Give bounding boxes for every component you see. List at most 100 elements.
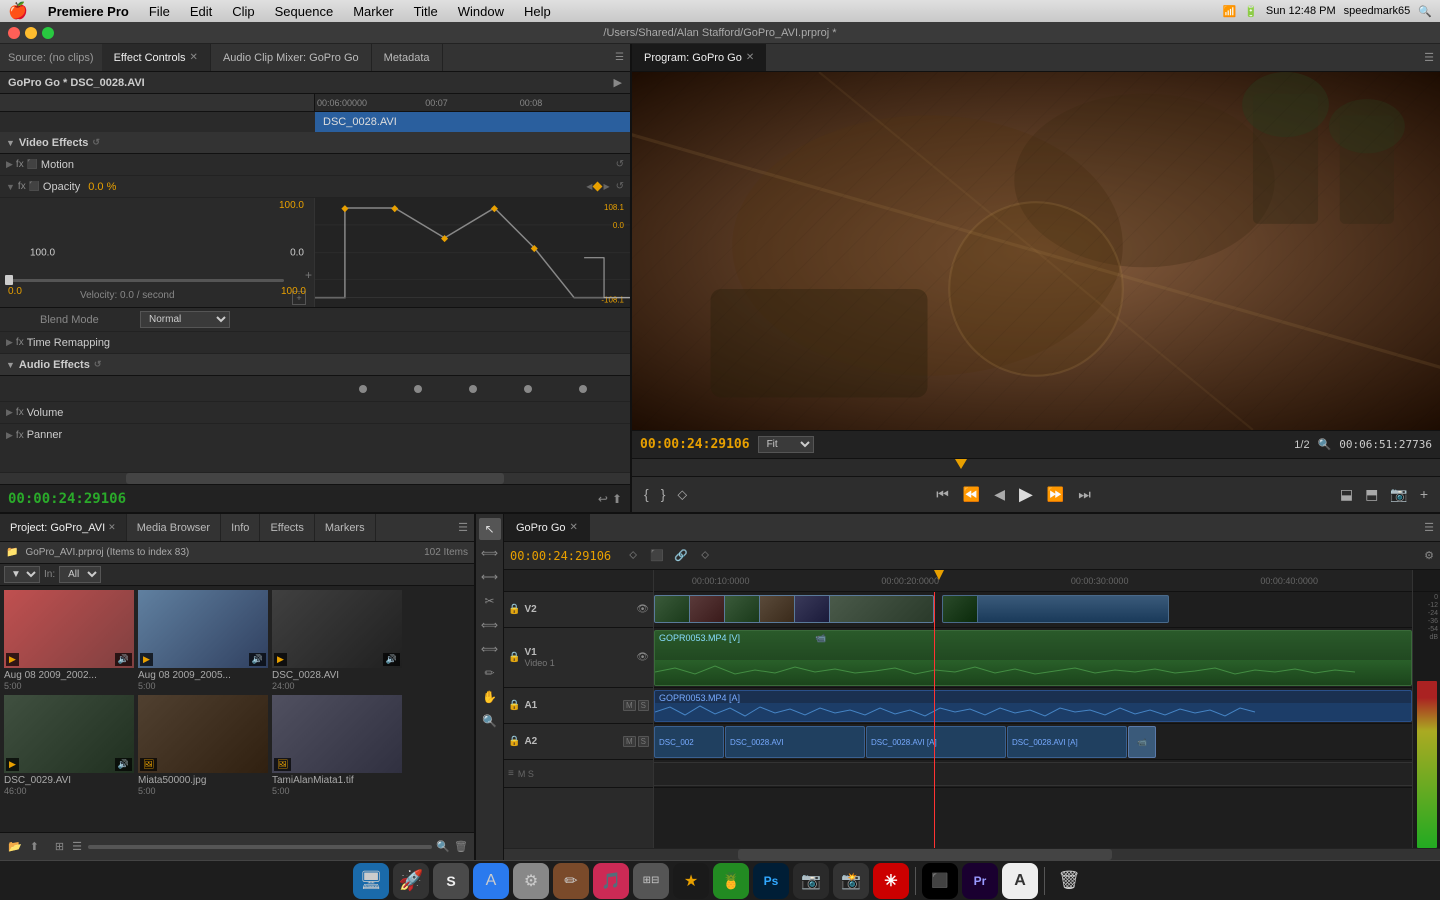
pm-zoom-icon[interactable]: 🔍	[1318, 438, 1332, 451]
track-lock-v1[interactable]: 🔒	[508, 652, 520, 663]
track-lock-a2[interactable]: 🔒	[508, 736, 520, 747]
tool-hand[interactable]: ✋	[479, 686, 501, 708]
tl-btn-linked[interactable]: 🔗	[671, 546, 691, 566]
ec-motion-reset[interactable]: ↺	[616, 159, 624, 170]
clip-a2-seg-4[interactable]: DSC_0028.AVI [A]	[1007, 726, 1127, 758]
tool-ripple[interactable]: ⟺	[479, 542, 501, 564]
tab-media-browser[interactable]: Media Browser	[127, 514, 221, 541]
clip-v2-2[interactable]	[942, 595, 1169, 623]
tl-timecode[interactable]: 00:00:24:29106	[510, 549, 611, 563]
window-minimize[interactable]	[25, 27, 37, 39]
track-lock-a1[interactable]: 🔒	[508, 700, 520, 711]
ec-opacity-kf-add[interactable]	[593, 182, 603, 192]
dock-squares[interactable]: ⊞⊟	[633, 863, 669, 899]
tab-timeline-gopro[interactable]: GoPro Go ✕	[504, 514, 590, 541]
window-close[interactable]	[8, 27, 20, 39]
tab-project-close[interactable]: ✕	[108, 522, 116, 533]
dock-premiere[interactable]: Pr	[962, 863, 998, 899]
ec-ruler-right[interactable]: 00:06:00000 00:07 00:08	[315, 94, 630, 111]
menu-sequence[interactable]: Sequence	[271, 4, 338, 19]
pm-btn-mark-out[interactable]: }	[657, 484, 670, 505]
ec-audio-effects-header[interactable]: ▼ Audio Effects ↺	[0, 354, 630, 376]
clip-a1[interactable]: GOPR0053.MP4 [A]	[654, 690, 1412, 722]
tab-effect-controls[interactable]: Effect Controls ✕	[102, 44, 211, 71]
dock-acrobat[interactable]: ✳	[873, 863, 909, 899]
ec-btn-loop[interactable]: ↩	[598, 492, 608, 506]
tl-scroll-thumb[interactable]	[738, 849, 1112, 860]
tab-markers[interactable]: Markers	[315, 514, 376, 541]
ec-vel-add-btn[interactable]: +	[305, 268, 312, 282]
ec-opacity-kf-next[interactable]: ▶	[603, 182, 609, 191]
pbb-trash[interactable]: 🗑	[454, 840, 468, 853]
pm-ruler[interactable]	[632, 458, 1440, 476]
ec-opacity-expand[interactable]: ▼	[6, 182, 15, 192]
pbb-icon-view[interactable]: ⊞	[53, 838, 66, 855]
clip-v1[interactable]: GOPR0053.MP4 [V] 📹	[654, 630, 1412, 686]
ec-scrollbar[interactable]	[0, 472, 630, 484]
dock-svn[interactable]: ✏	[553, 863, 589, 899]
app-name[interactable]: Premiere Pro	[44, 4, 133, 19]
menu-help[interactable]: Help	[520, 4, 555, 19]
list-item[interactable]: ▶ 🔊 Aug 08 2009_2002... 5:00	[4, 590, 134, 691]
clip-a2-seg-1[interactable]: DSC_002	[654, 726, 724, 758]
tl-settings[interactable]: ⚙	[1424, 549, 1434, 562]
tab-timeline-close[interactable]: ✕	[570, 522, 578, 533]
list-item[interactable]: 🖼 TamiAlanMiata1.tif 5:00	[272, 695, 402, 796]
project-panel-menu[interactable]: ☰	[452, 514, 474, 541]
tab-metadata[interactable]: Metadata	[372, 44, 443, 71]
tab-audio-clip-mixer[interactable]: Audio Clip Mixer: GoPro Go	[211, 44, 372, 71]
ec-pan-expand[interactable]: ▶	[6, 430, 13, 441]
tl-btn-snap[interactable]: ⬛	[647, 546, 667, 566]
tl-btn-add-edit[interactable]: ⬦	[623, 546, 643, 566]
ec-reset-icon[interactable]: ↺	[92, 137, 100, 148]
tab-info[interactable]: Info	[221, 514, 260, 541]
window-maximize[interactable]	[42, 27, 54, 39]
pm-tab-close[interactable]: ✕	[746, 52, 754, 63]
menu-marker[interactable]: Marker	[349, 4, 397, 19]
tab-project[interactable]: Project: GoPro_AVI ✕	[0, 514, 127, 541]
pm-btn-insert[interactable]: ⬓	[1336, 484, 1357, 505]
dock-prefs[interactable]: ⚙	[513, 863, 549, 899]
ec-video-effects-header[interactable]: ▼ Video Effects ↺	[0, 132, 630, 154]
pm-btn-overwrite[interactable]: ⬒	[1361, 484, 1382, 505]
list-item[interactable]: ▶ 🔊 DSC_0029.AVI 46:00	[4, 695, 134, 796]
pm-btn-step-fwd[interactable]: ⏩	[1043, 484, 1068, 505]
pm-btn-go-start[interactable]: ⏮	[932, 484, 953, 505]
pm-btn-export-frame[interactable]: 📷	[1386, 484, 1411, 505]
ec-opacity-kf-prev[interactable]: ◀	[586, 182, 592, 191]
pm-btn-add-to-seq[interactable]: +	[1416, 484, 1432, 505]
dock-photo-raw[interactable]: 📸	[833, 863, 869, 899]
dock-finder[interactable]: 🖥	[353, 863, 389, 899]
ec-blend-mode-select[interactable]: Normal Dissolve Multiply Screen	[140, 311, 230, 328]
ec-scrollbar-thumb[interactable]	[126, 473, 504, 484]
ec-vol-expand[interactable]: ▶	[6, 407, 13, 418]
menu-bar-search[interactable]: 🔍	[1418, 5, 1432, 18]
tool-rate-stretch[interactable]: ⟷	[479, 566, 501, 588]
pbb-zoom-slider[interactable]	[88, 845, 432, 849]
dock-fontbook[interactable]: A	[1002, 863, 1038, 899]
ec-motion-expand[interactable]: ▶	[6, 159, 13, 170]
dock-appstore[interactable]: A	[473, 863, 509, 899]
pm-btn-add-marker[interactable]: ⬦	[673, 484, 691, 505]
clip-a2-seg-2[interactable]: DSC_0028.AVI	[725, 726, 865, 758]
dock-photoshop[interactable]: Ps	[753, 863, 789, 899]
track-mute-a1[interactable]: M	[623, 700, 636, 711]
pm-tab-program[interactable]: Program: GoPro Go ✕	[632, 44, 766, 71]
project-filter-dropdown[interactable]: ▼	[4, 566, 40, 583]
pm-timecode[interactable]: 00:00:24:29106	[640, 437, 750, 452]
track-lock-v2[interactable]: 🔒	[508, 604, 520, 615]
ec-tr-expand[interactable]: ▶	[6, 337, 13, 348]
menu-title[interactable]: Title	[410, 4, 442, 19]
track-vis-v1[interactable]: 👁	[636, 652, 649, 663]
pbb-list-view[interactable]: ☰	[70, 838, 84, 855]
list-item[interactable]: ▶ 🔊 DSC_0028.AVI 24:00	[272, 590, 402, 691]
tl-ruler-area[interactable]: 00:00:10:0000 00:00:20:0000 00:00:30:000…	[654, 570, 1412, 592]
tl-btn-markers[interactable]: ⬦	[695, 546, 715, 566]
pm-btn-go-end[interactable]: ⏭	[1074, 484, 1095, 505]
pbb-new-item[interactable]: ⬆	[28, 838, 41, 855]
track-solo-a2[interactable]: S	[638, 736, 649, 747]
dock-pineapple[interactable]: 🍍	[713, 863, 749, 899]
pm-btn-play[interactable]: ▶	[1015, 482, 1037, 507]
clip-v2[interactable]	[654, 595, 934, 623]
tab-effect-controls-close[interactable]: ✕	[190, 52, 198, 63]
